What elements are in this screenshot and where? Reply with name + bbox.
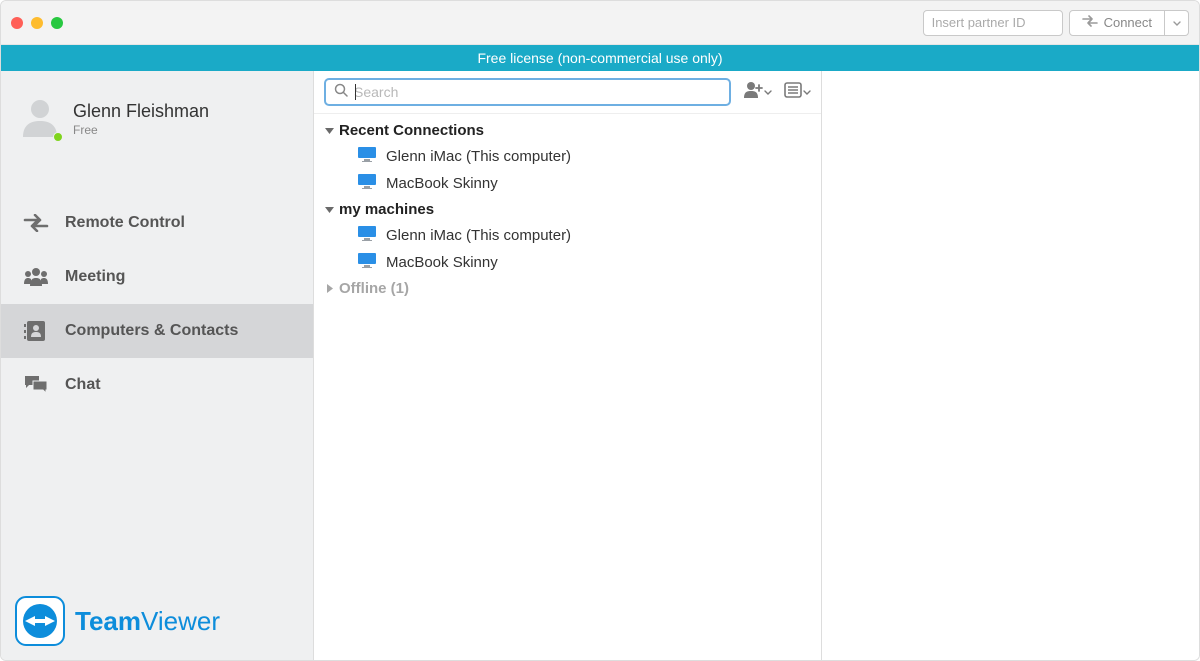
computer-label: Glenn iMac (This computer)	[386, 148, 571, 165]
computer-item[interactable]: MacBook Skinny	[314, 249, 821, 276]
computer-item[interactable]: MacBook Skinny	[314, 170, 821, 197]
chevron-down-icon	[764, 83, 772, 101]
nav-item-chat[interactable]: Chat	[1, 358, 313, 412]
view-options-button[interactable]	[784, 82, 811, 103]
nav-item-remote-control[interactable]: Remote Control	[1, 196, 313, 250]
group-label: my machines	[339, 201, 434, 218]
middle-panel: Recent Connections Glenn iMac (This comp…	[314, 71, 822, 660]
disclosure-down-icon	[324, 126, 334, 136]
contacts-icon	[23, 318, 49, 344]
avatar	[19, 95, 61, 142]
teamviewer-wordmark: TeamViewer	[75, 606, 220, 637]
computer-label: MacBook Skinny	[386, 175, 498, 192]
computer-item[interactable]: Glenn iMac (This computer)	[314, 143, 821, 170]
partner-id-input[interactable]	[923, 10, 1063, 36]
chat-icon	[23, 372, 49, 398]
search-icon	[334, 83, 348, 102]
user-name: Glenn Fleishman	[73, 101, 209, 122]
group-label: Recent Connections	[339, 122, 484, 139]
maximize-icon[interactable]	[51, 17, 63, 29]
sidebar-footer: TeamViewer	[1, 582, 313, 660]
search-input[interactable]	[354, 84, 721, 100]
sidebar: Glenn Fleishman Free Remote Control	[1, 71, 314, 660]
disclosure-down-icon	[324, 205, 334, 215]
add-contact-button[interactable]	[743, 81, 772, 104]
search-toolbar	[314, 71, 821, 114]
chevron-down-icon	[803, 83, 811, 101]
disclosure-right-icon	[324, 284, 334, 294]
group-header-recent-connections[interactable]: Recent Connections	[314, 118, 821, 143]
connect-button[interactable]: Connect	[1069, 10, 1165, 36]
computer-label: Glenn iMac (This computer)	[386, 227, 571, 244]
nav-list: Remote Control Meeting	[1, 196, 313, 412]
computer-item[interactable]: Glenn iMac (This computer)	[314, 222, 821, 249]
window-controls	[11, 17, 63, 29]
group-header-my-machines[interactable]: my machines	[314, 197, 821, 222]
monitor-icon	[358, 253, 376, 272]
connect-dropdown-button[interactable]	[1165, 10, 1189, 36]
monitor-icon	[358, 174, 376, 193]
chevron-down-icon	[1173, 15, 1181, 30]
teamviewer-logo-icon	[15, 596, 65, 646]
minimize-icon[interactable]	[31, 17, 43, 29]
license-banner: Free license (non-commercial use only)	[1, 45, 1199, 71]
nav-label: Computers & Contacts	[65, 322, 238, 340]
group-label: Offline (1)	[339, 280, 409, 297]
nav-label: Chat	[65, 376, 101, 394]
user-subtitle: Free	[73, 123, 209, 137]
nav-item-computers-contacts[interactable]: Computers & Contacts	[1, 304, 313, 358]
user-section[interactable]: Glenn Fleishman Free	[1, 71, 313, 166]
app-window: Connect Free license (non-commercial use…	[0, 0, 1200, 661]
connect-button-group: Connect	[1069, 10, 1189, 36]
nav-label: Meeting	[65, 268, 125, 286]
group-header-offline[interactable]: Offline (1)	[314, 276, 821, 301]
content-area: Glenn Fleishman Free Remote Control	[1, 71, 1199, 660]
titlebar: Connect	[1, 1, 1199, 45]
swap-icon	[1082, 15, 1098, 30]
nav-item-meeting[interactable]: Meeting	[1, 250, 313, 304]
list-icon	[784, 82, 802, 103]
nav-label: Remote Control	[65, 214, 185, 232]
computer-label: MacBook Skinny	[386, 254, 498, 271]
computers-tree: Recent Connections Glenn iMac (This comp…	[314, 114, 821, 660]
right-panel	[822, 71, 1199, 660]
search-field[interactable]	[324, 78, 731, 106]
add-user-icon	[743, 81, 763, 104]
people-icon	[23, 264, 49, 290]
swap-icon	[23, 210, 49, 236]
close-icon[interactable]	[11, 17, 23, 29]
connect-label: Connect	[1104, 15, 1152, 30]
monitor-icon	[358, 147, 376, 166]
monitor-icon	[358, 226, 376, 245]
status-dot-online-icon	[53, 132, 63, 142]
